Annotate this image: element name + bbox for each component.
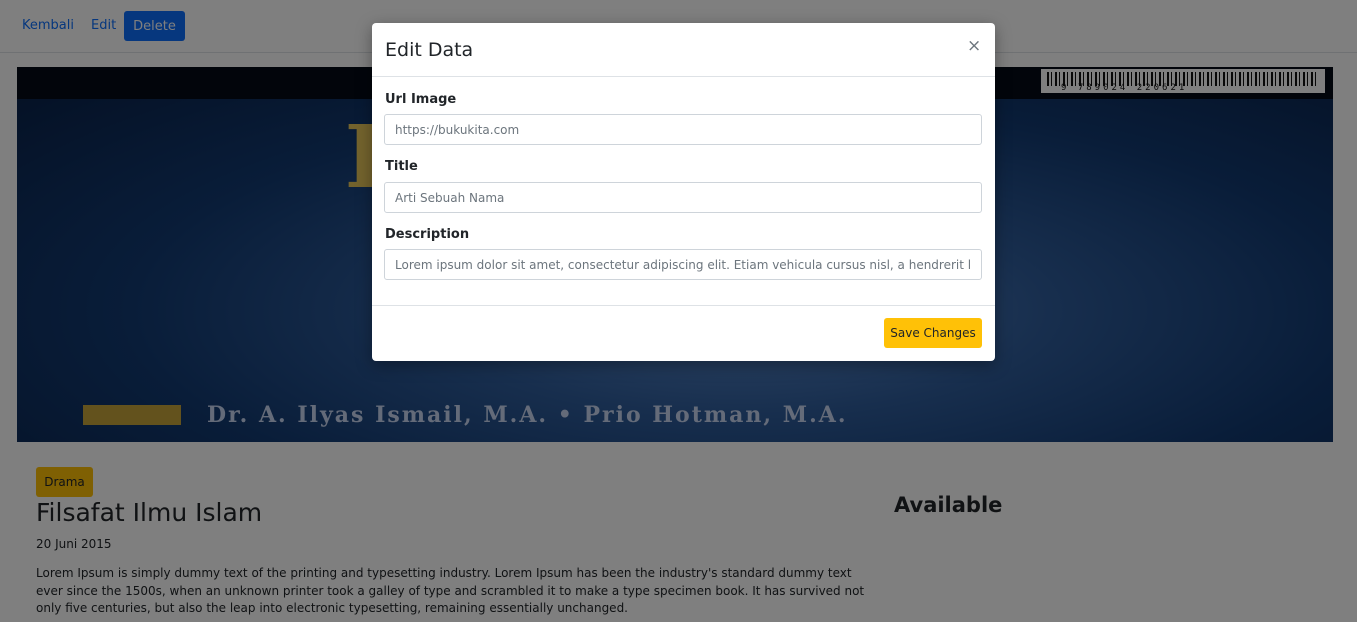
description-label: Description (385, 227, 470, 242)
modal-footer: Save Changes (372, 305, 995, 361)
description-input[interactable] (384, 249, 982, 280)
url-image-input[interactable] (384, 114, 982, 145)
modal-header: Edit Data × (372, 23, 995, 77)
edit-data-modal: Edit Data × Url Image Title Description … (372, 23, 995, 361)
title-label: Title (385, 159, 418, 174)
url-image-label: Url Image (385, 92, 457, 107)
title-input[interactable] (384, 182, 982, 213)
close-icon[interactable]: × (967, 37, 981, 55)
save-changes-button[interactable]: Save Changes (884, 318, 982, 348)
modal-title: Edit Data (385, 39, 474, 61)
